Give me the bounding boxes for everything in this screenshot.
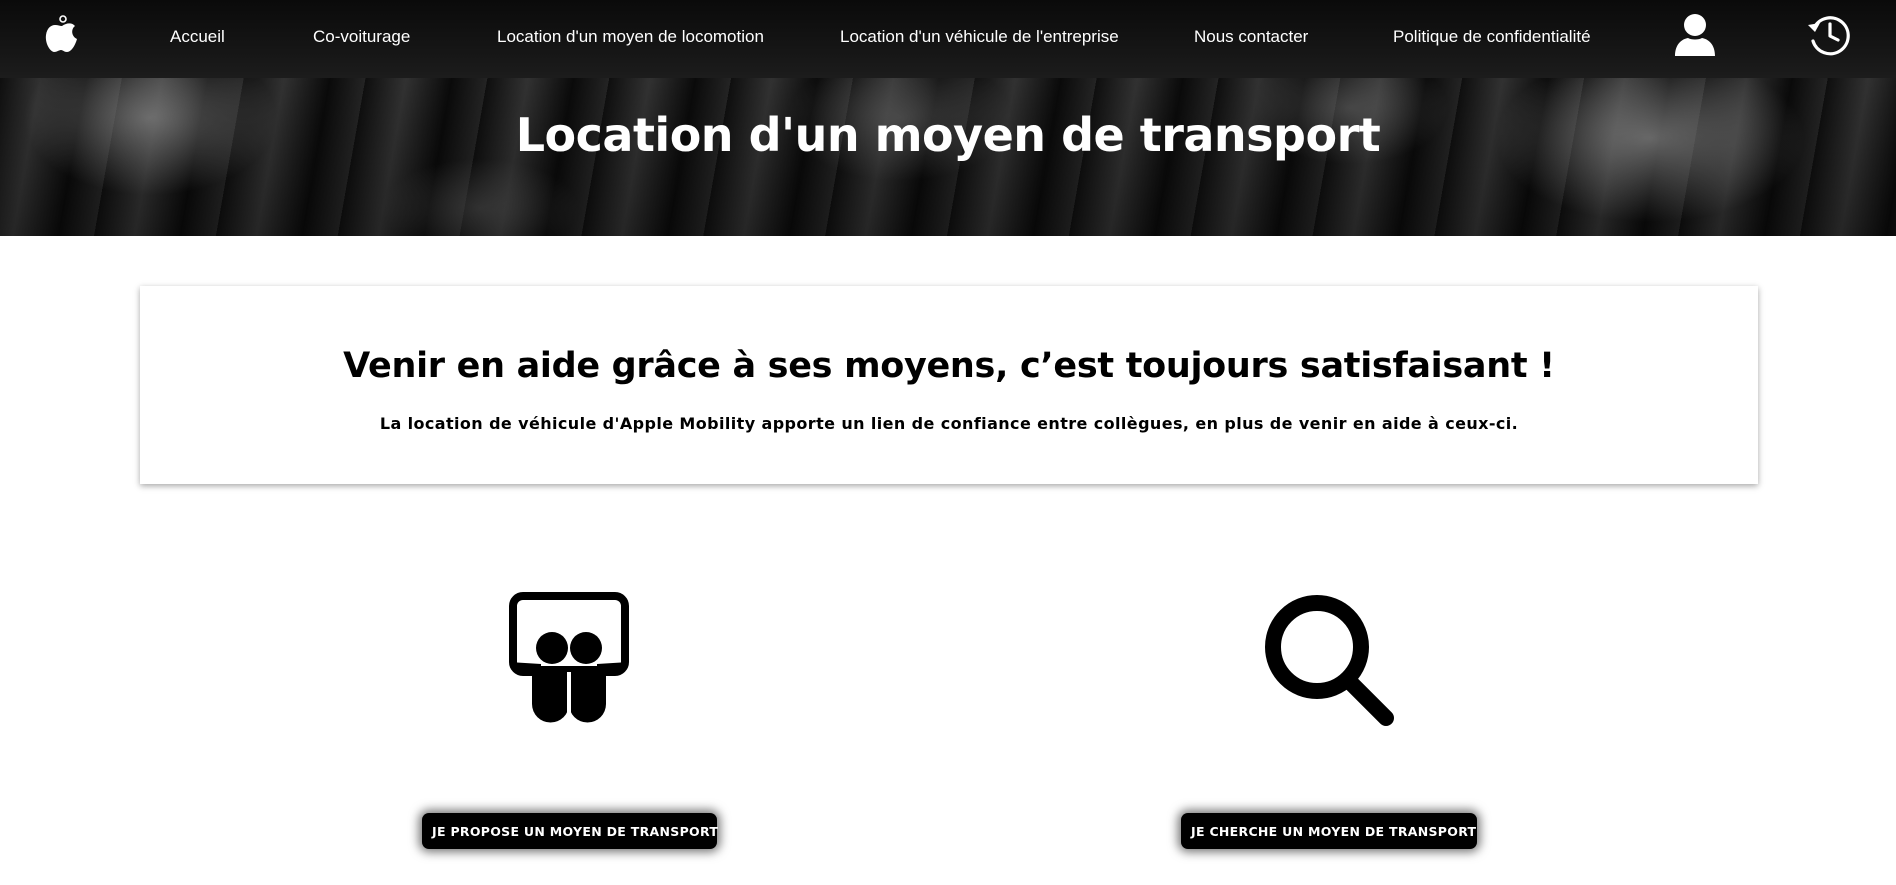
nav-link-accueil[interactable]: Accueil — [170, 0, 225, 78]
page-title: Location d'un moyen de transport — [515, 108, 1381, 162]
search-icon — [1265, 595, 1394, 726]
top-navbar: Accueil Co-voiturage Location d'un moyen… — [0, 0, 1896, 78]
nav-link-nous-contacter[interactable]: Nous contacter — [1194, 0, 1308, 78]
nav-link-co-voiturage[interactable]: Co-voiturage — [313, 0, 410, 78]
nav-link-location-locomotion[interactable]: Location d'un moyen de locomotion — [497, 0, 764, 78]
intro-card: Venir en aide grâce à ses moyens, c’est … — [140, 286, 1758, 484]
history-icon[interactable] — [1806, 12, 1852, 58]
search-transport-button[interactable]: JE CHERCHE UN MOYEN DE TRANSPORT — [1181, 813, 1477, 849]
slideshare-icon — [509, 592, 629, 723]
nav-link-location-vehicule-entreprise[interactable]: Location d'un véhicule de l'entreprise — [840, 0, 1119, 78]
hero-banner: Location d'un moyen de transport — [0, 78, 1896, 236]
intro-title: Venir en aide grâce à ses moyens, c’est … — [343, 346, 1555, 386]
user-icon[interactable] — [1672, 12, 1718, 58]
nav-link-politique-confidentialite[interactable]: Politique de confidentialité — [1393, 0, 1591, 78]
intro-text: La location de véhicule d'Apple Mobility… — [379, 414, 1519, 433]
apple-logo-icon[interactable] — [42, 14, 82, 60]
propose-transport-button[interactable]: JE PROPOSE UN MOYEN DE TRANSPORT — [422, 813, 718, 849]
